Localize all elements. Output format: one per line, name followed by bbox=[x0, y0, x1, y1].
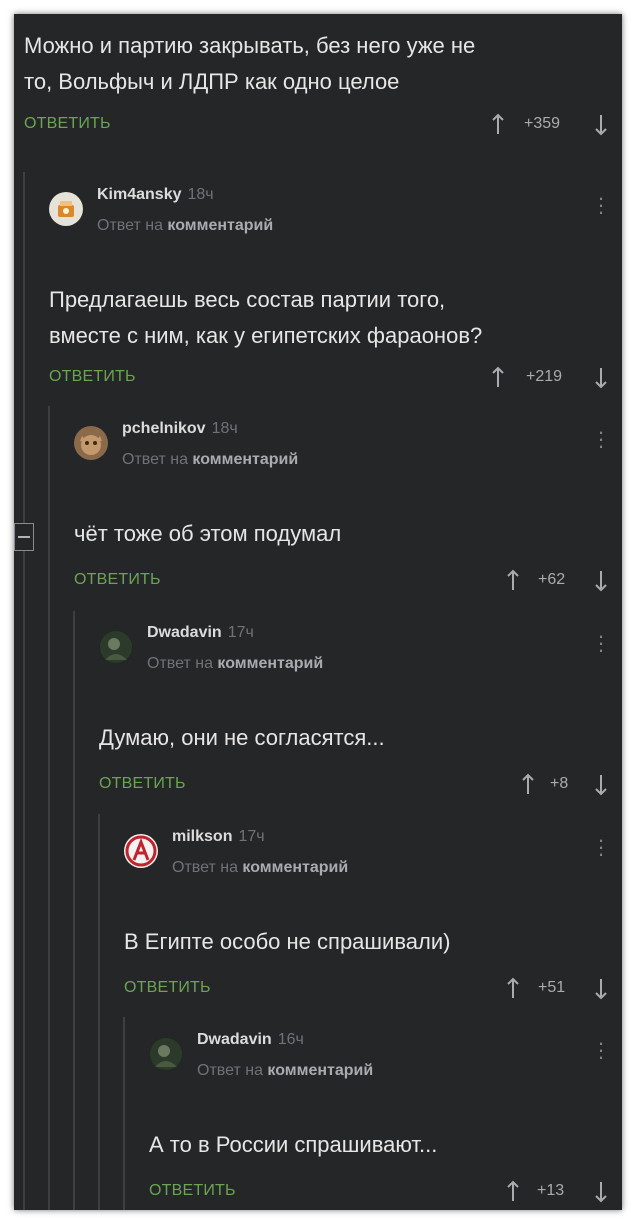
reply-button[interactable]: ОТВЕТИТЬ bbox=[74, 571, 161, 589]
more-vertical-icon[interactable]: · · · bbox=[597, 187, 605, 223]
more-vertical-icon[interactable]: · · · bbox=[597, 421, 605, 457]
avatar[interactable] bbox=[124, 834, 158, 868]
arrow-up-icon[interactable] bbox=[491, 113, 505, 135]
arrow-up-icon[interactable] bbox=[521, 773, 535, 795]
thread-line-level-2 bbox=[48, 406, 50, 1210]
comment-time: 17ч bbox=[238, 828, 265, 845]
rating-value: +51 bbox=[538, 979, 566, 996]
arrow-up-icon[interactable] bbox=[506, 569, 520, 591]
reply-to-label: Ответ на комментарий bbox=[97, 217, 274, 234]
arrow-up-icon[interactable] bbox=[506, 977, 520, 999]
comment-time: 18ч bbox=[211, 420, 238, 437]
comment-text: А то в России спрашивают... bbox=[149, 1132, 438, 1157]
reply-button[interactable]: ОТВЕТИТЬ bbox=[99, 775, 186, 793]
reply-button[interactable]: ОТВЕТИТЬ bbox=[49, 368, 136, 386]
arrow-up-icon[interactable] bbox=[491, 366, 505, 388]
comment-kim4ansky: Kim4ansky 18ч Ответ на комментарий · · · Пр… bbox=[49, 186, 622, 396]
reply-to-label: Ответ на комментарий bbox=[122, 451, 299, 468]
arrow-down-icon[interactable] bbox=[594, 1181, 608, 1203]
reply-to-label: Ответ на комментарий bbox=[147, 655, 324, 672]
comment-text: В Египте особо не спрашивали) bbox=[124, 929, 451, 954]
arrow-down-icon[interactable] bbox=[594, 774, 608, 796]
comment-text: Думаю, они не согласятся... bbox=[99, 725, 385, 750]
more-vertical-icon[interactable]: · · · bbox=[597, 1032, 605, 1068]
arrow-down-icon[interactable] bbox=[594, 570, 608, 592]
reply-button[interactable]: ОТВЕТИТЬ bbox=[24, 115, 111, 133]
comment-time: 16ч bbox=[277, 1031, 304, 1048]
comment-dwadavin-2: Dwadavin 16ч Ответ на комментарий · · · А т… bbox=[149, 1031, 622, 1203]
author-name[interactable]: milkson 17ч bbox=[172, 828, 265, 846]
avatar[interactable] bbox=[74, 426, 108, 460]
comment-text: Можно и партию закрывать, без него уже н… bbox=[24, 33, 476, 94]
comment-milkson: milkson 17ч Ответ на комментарий · · · В Ег… bbox=[124, 828, 622, 1000]
more-vertical-icon[interactable]: · · · bbox=[597, 829, 605, 865]
reply-button[interactable]: ОТВЕТИТЬ bbox=[124, 979, 211, 997]
thread-line-level-1 bbox=[23, 172, 25, 1210]
reply-to-link[interactable]: комментарий bbox=[217, 655, 323, 672]
avatar[interactable] bbox=[149, 1037, 183, 1071]
comment-time: 17ч bbox=[227, 624, 254, 641]
author-name[interactable]: Dwadavin 16ч bbox=[197, 1031, 304, 1049]
avatar[interactable] bbox=[49, 192, 83, 226]
reply-to-label: Ответ на комментарий bbox=[197, 1062, 374, 1079]
thread-line-level-4 bbox=[98, 814, 100, 1210]
comment-text: чёт тоже об этом подумал bbox=[74, 521, 342, 546]
reply-to-label: Ответ на комментарий bbox=[172, 859, 349, 876]
rating-value: +13 bbox=[537, 1182, 565, 1199]
comment-pchelnikov: pchelnikov 18ч Ответ на комментарий · · · ч… bbox=[74, 420, 622, 592]
rating-value: +8 bbox=[550, 775, 569, 792]
reply-button[interactable]: ОТВЕТИТЬ bbox=[149, 1182, 236, 1200]
reply-to-link[interactable]: комментарий bbox=[192, 451, 298, 468]
thread-line-level-3 bbox=[73, 611, 75, 1210]
comment-dwadavin: Dwadavin 17ч Ответ на комментарий · · · Дум… bbox=[99, 624, 622, 796]
reply-to-link[interactable]: комментарий bbox=[167, 217, 273, 234]
arrow-down-icon[interactable] bbox=[594, 367, 608, 389]
arrow-up-icon[interactable] bbox=[506, 1180, 520, 1202]
author-name[interactable]: Dwadavin 17ч bbox=[147, 624, 254, 642]
collapse-thread-icon[interactable] bbox=[14, 523, 34, 551]
rating-value: +219 bbox=[526, 368, 563, 385]
rating-value: +62 bbox=[538, 571, 566, 588]
arrow-down-icon[interactable] bbox=[594, 114, 608, 136]
arrow-down-icon[interactable] bbox=[594, 978, 608, 1000]
thread-line-level-5 bbox=[123, 1017, 125, 1210]
comment-text: Предлагаешь весь состав партии того, вме… bbox=[49, 287, 483, 348]
more-vertical-icon[interactable]: · · · bbox=[597, 625, 605, 661]
comment-thread: Можно и партию закрывать, без него уже н… bbox=[14, 14, 622, 1210]
author-name[interactable]: pchelnikov 18ч bbox=[122, 420, 238, 438]
author-name[interactable]: Kim4ansky 18ч bbox=[97, 186, 214, 204]
reply-to-link[interactable]: комментарий bbox=[242, 859, 348, 876]
avatar[interactable] bbox=[99, 630, 133, 664]
comment-time: 18ч bbox=[187, 186, 214, 203]
reply-to-link[interactable]: комментарий bbox=[267, 1062, 373, 1079]
rating-value: +359 bbox=[524, 115, 561, 132]
